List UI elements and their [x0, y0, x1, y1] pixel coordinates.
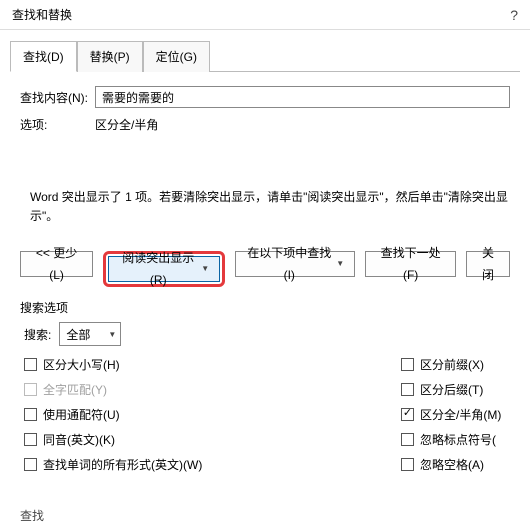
check-prefix[interactable]: 区分前缀(X) — [401, 356, 506, 373]
less-button[interactable]: << 更少(L) — [20, 251, 93, 277]
checkbox-icon — [24, 383, 37, 396]
checkbox-label: 区分前缀(X) — [420, 356, 484, 373]
find-in-button[interactable]: 在以下项中查找(I) ▼ — [235, 251, 355, 277]
check-wildcards[interactable]: 使用通配符(U) — [24, 406, 401, 423]
reading-highlight-label: 阅读突出显示(R) — [119, 247, 197, 291]
checkbox-label: 忽略空格(A) — [420, 456, 484, 473]
checkbox-label: 区分大小写(H) — [43, 356, 120, 373]
checkbox-label: 查找单词的所有形式(英文)(W) — [43, 456, 202, 473]
checkbox-icon — [24, 358, 37, 371]
checkbox-icon — [401, 383, 414, 396]
check-space[interactable]: 忽略空格(A) — [401, 456, 506, 473]
dialog-title: 查找和替换 — [12, 0, 72, 30]
checkbox-label: 区分后缀(T) — [420, 381, 483, 398]
check-whole-word: 全字匹配(Y) — [24, 381, 401, 398]
help-button[interactable]: ? — [510, 0, 518, 30]
chevron-down-icon: ▼ — [108, 330, 116, 339]
find-next-button[interactable]: 查找下一处(F) — [365, 251, 456, 277]
tab-find[interactable]: 查找(D) — [10, 41, 77, 72]
reading-highlight-button[interactable]: 阅读突出显示(R) ▼ — [108, 256, 220, 282]
check-suffix[interactable]: 区分后缀(T) — [401, 381, 506, 398]
find-in-label: 在以下项中查找(I) — [246, 242, 332, 286]
chevron-down-icon: ▼ — [201, 258, 209, 280]
check-all-forms[interactable]: 查找单词的所有形式(英文)(W) — [24, 456, 401, 473]
checkbox-label: 使用通配符(U) — [43, 406, 120, 423]
footer-find-label: 查找 — [20, 507, 44, 524]
check-width[interactable]: 区分全/半角(M) — [401, 406, 506, 423]
checkbox-label: 全字匹配(Y) — [43, 381, 107, 398]
check-match-case[interactable]: 区分大小写(H) — [24, 356, 401, 373]
checkbox-icon — [24, 458, 37, 471]
options-value: 区分全/半角 — [95, 116, 158, 133]
checkbox-icon — [401, 458, 414, 471]
tab-goto[interactable]: 定位(G) — [143, 41, 210, 72]
search-options-label: 搜索选项 — [0, 299, 530, 316]
checkbox-icon — [401, 358, 414, 371]
check-punct[interactable]: 忽略标点符号( — [401, 431, 506, 448]
checkbox-icon — [401, 408, 414, 421]
find-content-label: 查找内容(N): — [20, 89, 95, 106]
find-content-input[interactable] — [95, 86, 510, 108]
close-button[interactable]: 关闭 — [466, 251, 510, 277]
search-direction-select[interactable]: 全部 ▼ — [59, 322, 121, 346]
options-label: 选项: — [20, 116, 95, 133]
highlight-callout: 阅读突出显示(R) ▼ — [103, 251, 225, 287]
search-direction-value: 全部 — [66, 326, 90, 343]
tab-replace[interactable]: 替换(P) — [77, 41, 143, 72]
status-message: Word 突出显示了 1 项。若要清除突出显示，请单击"阅读突出显示"，然后单击… — [30, 188, 510, 226]
chevron-down-icon: ▼ — [336, 253, 344, 275]
checkbox-icon — [24, 433, 37, 446]
search-direction-label: 搜索: — [24, 326, 51, 343]
check-sounds-like[interactable]: 同音(英文)(K) — [24, 431, 401, 448]
checkbox-icon — [24, 408, 37, 421]
checkbox-label: 忽略标点符号( — [420, 431, 496, 448]
checkbox-label: 区分全/半角(M) — [420, 406, 501, 423]
checkbox-label: 同音(英文)(K) — [43, 431, 115, 448]
checkbox-icon — [401, 433, 414, 446]
